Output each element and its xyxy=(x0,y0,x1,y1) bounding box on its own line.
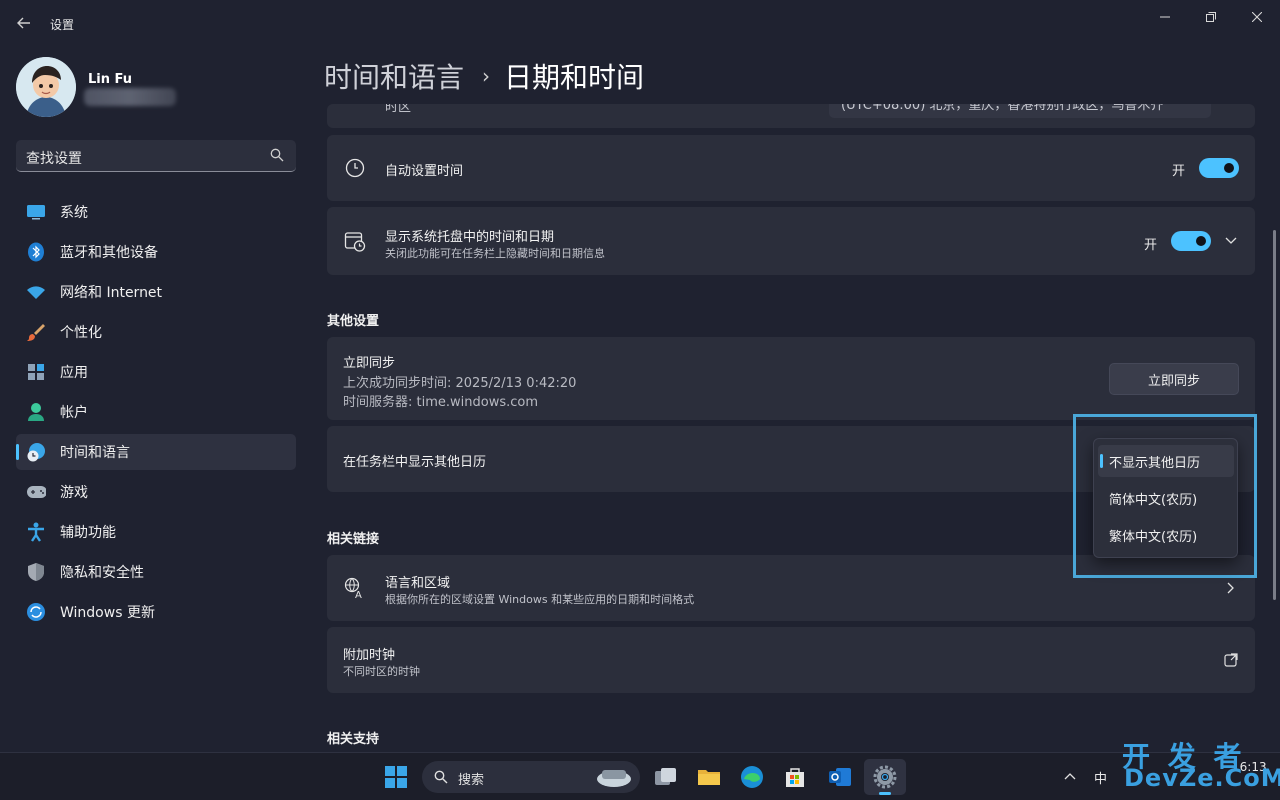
tray-time-label: 显示系统托盘中的时间和日期 xyxy=(385,230,555,245)
settings-icon[interactable] xyxy=(871,763,899,791)
tray-time-state: 开 xyxy=(1144,238,1158,253)
profile-email-blurred xyxy=(84,88,176,106)
update-icon xyxy=(26,602,46,622)
file-explorer-icon[interactable] xyxy=(695,763,723,791)
person-icon xyxy=(26,402,46,422)
search-icon xyxy=(270,148,284,162)
bluetooth-icon xyxy=(26,242,46,262)
tray-time-card[interactable]: 显示系统托盘中的时间和日期 关闭此功能可在任务栏上隐藏时间和日期信息 开 xyxy=(327,207,1255,275)
calendar-label: 在任务栏中显示其他日历 xyxy=(343,455,487,470)
chevron-down-icon[interactable] xyxy=(1225,237,1237,245)
accessibility-icon xyxy=(26,522,46,542)
auto-time-toggle[interactable] xyxy=(1199,158,1239,178)
close-icon xyxy=(1252,12,1262,22)
calendar-clock-icon xyxy=(343,229,367,253)
search-input[interactable]: 查找设置 xyxy=(16,140,296,172)
close-button[interactable] xyxy=(1234,6,1280,28)
breadcrumb-parent[interactable]: 时间和语言 xyxy=(324,56,464,96)
breadcrumb: 时间和语言 › 日期和时间 xyxy=(324,56,644,96)
related-support-heading: 相关支持 xyxy=(327,732,380,747)
other-settings-heading: 其他设置 xyxy=(327,314,380,329)
gamepad-icon xyxy=(26,482,46,502)
tray-time-description: 关闭此功能可在任务栏上隐藏时间和日期信息 xyxy=(385,247,605,260)
time-server: 时间服务器: time.windows.com xyxy=(343,395,539,410)
watermark-text-latin: DevZe.CoM xyxy=(1124,764,1280,792)
sidebar-item-gaming[interactable]: 游戏 xyxy=(16,474,296,510)
restore-button[interactable] xyxy=(1188,6,1234,28)
arrow-left-icon xyxy=(17,17,30,29)
breadcrumb-separator: › xyxy=(482,64,491,88)
scrollbar[interactable] xyxy=(1273,230,1276,600)
search-highlight-icon xyxy=(597,770,631,787)
sync-now-button[interactable]: 立即同步 xyxy=(1109,363,1239,395)
calendar-option-none[interactable]: 不显示其他日历 xyxy=(1098,445,1234,477)
sidebar-nav: 系统 蓝牙和其他设备 网络和 Internet 个性化 应用 帐户 时间和语言 … xyxy=(16,194,296,634)
tray-time-toggle[interactable] xyxy=(1171,231,1211,251)
globe-clock-icon xyxy=(26,442,46,462)
related-links-heading: 相关链接 xyxy=(327,532,380,547)
open-external-icon xyxy=(1224,653,1238,667)
profile-name: Lin Fu xyxy=(88,72,133,87)
additional-clocks-description: 不同时区的时钟 xyxy=(343,665,420,678)
page-title: 日期和时间 xyxy=(504,61,645,94)
clock-icon xyxy=(343,156,367,180)
chevron-up-icon[interactable] xyxy=(1064,772,1076,780)
additional-clocks-link[interactable]: 附加时钟 不同时区的时钟 xyxy=(327,627,1255,693)
restore-icon xyxy=(1206,12,1216,22)
sidebar-item-bluetooth[interactable]: 蓝牙和其他设备 xyxy=(16,234,296,270)
auto-time-state: 开 xyxy=(1172,164,1186,179)
task-view-icon[interactable] xyxy=(652,763,680,791)
timezone-value: (UTC+08:00) 北京，重庆，香港特别行政区，乌鲁木齐 xyxy=(841,104,1164,113)
sidebar-item-windows-update[interactable]: Windows 更新 xyxy=(16,594,296,630)
sidebar-item-accessibility[interactable]: 辅助功能 xyxy=(16,514,296,550)
auto-time-card: 自动设置时间 开 xyxy=(327,135,1255,201)
chevron-right-icon xyxy=(1227,582,1234,594)
search-icon xyxy=(434,770,448,784)
last-sync-time: 上次成功同步时间: 2025/2/13 0:42:20 xyxy=(343,376,577,391)
timezone-label: 时区 xyxy=(385,104,412,115)
timezone-select[interactable]: (UTC+08:00) 北京，重庆，香港特别行政区，乌鲁木齐 xyxy=(829,104,1211,118)
minimize-button[interactable] xyxy=(1142,6,1188,28)
back-button[interactable] xyxy=(14,12,34,34)
auto-time-label: 自动设置时间 xyxy=(385,164,464,179)
avatar-image xyxy=(16,57,76,117)
calendar-option-traditional-lunar[interactable]: 繁体中文(农历) xyxy=(1098,519,1234,551)
sidebar-item-personalization[interactable]: 个性化 xyxy=(16,314,296,350)
sidebar-item-system[interactable]: 系统 xyxy=(16,194,296,230)
taskbar-search[interactable]: 搜索 xyxy=(422,761,640,793)
minimize-icon xyxy=(1160,16,1170,18)
sync-title: 立即同步 xyxy=(343,356,396,371)
calendar-dropdown[interactable]: 不显示其他日历 简体中文(农历) 繁体中文(农历) xyxy=(1093,438,1238,558)
language-region-description: 根据你所在的区域设置 Windows 和某些应用的日期和时间格式 xyxy=(385,593,695,606)
sidebar-item-time-language[interactable]: 时间和语言 xyxy=(16,434,296,470)
search-placeholder: 查找设置 xyxy=(26,151,82,167)
taskbar-search-label: 搜索 xyxy=(458,773,485,788)
svg-text:A: A xyxy=(355,590,362,599)
language-icon: A xyxy=(343,576,367,600)
monitor-icon xyxy=(26,202,46,222)
language-region-title: 语言和区域 xyxy=(385,576,451,591)
wifi-icon xyxy=(26,282,46,302)
timezone-card: 时区 (UTC+08:00) 北京，重庆，香港特别行政区，乌鲁木齐 xyxy=(327,104,1255,128)
edge-icon[interactable] xyxy=(738,763,766,791)
calendar-option-simplified-lunar[interactable]: 简体中文(农历) xyxy=(1098,482,1234,514)
sidebar-item-privacy[interactable]: 隐私和安全性 xyxy=(16,554,296,590)
sidebar-item-apps[interactable]: 应用 xyxy=(16,354,296,390)
ime-indicator[interactable]: 中 xyxy=(1094,768,1107,787)
brush-icon xyxy=(26,322,46,342)
shield-icon xyxy=(26,562,46,582)
apps-icon xyxy=(26,362,46,382)
title-bar: 设置 xyxy=(0,0,1280,48)
sync-card: 立即同步 上次成功同步时间: 2025/2/13 0:42:20 时间服务器: … xyxy=(327,337,1255,420)
app-title: 设置 xyxy=(50,18,75,32)
taskbar: 搜索 中 16:13 xyxy=(0,752,1280,800)
windows-start-icon[interactable] xyxy=(382,763,410,791)
additional-clocks-title: 附加时钟 xyxy=(343,648,396,663)
sidebar-item-accounts[interactable]: 帐户 xyxy=(16,394,296,430)
outlook-icon[interactable] xyxy=(826,763,854,791)
sidebar-item-network[interactable]: 网络和 Internet xyxy=(16,274,296,310)
store-icon[interactable] xyxy=(781,763,809,791)
avatar[interactable] xyxy=(16,57,76,117)
